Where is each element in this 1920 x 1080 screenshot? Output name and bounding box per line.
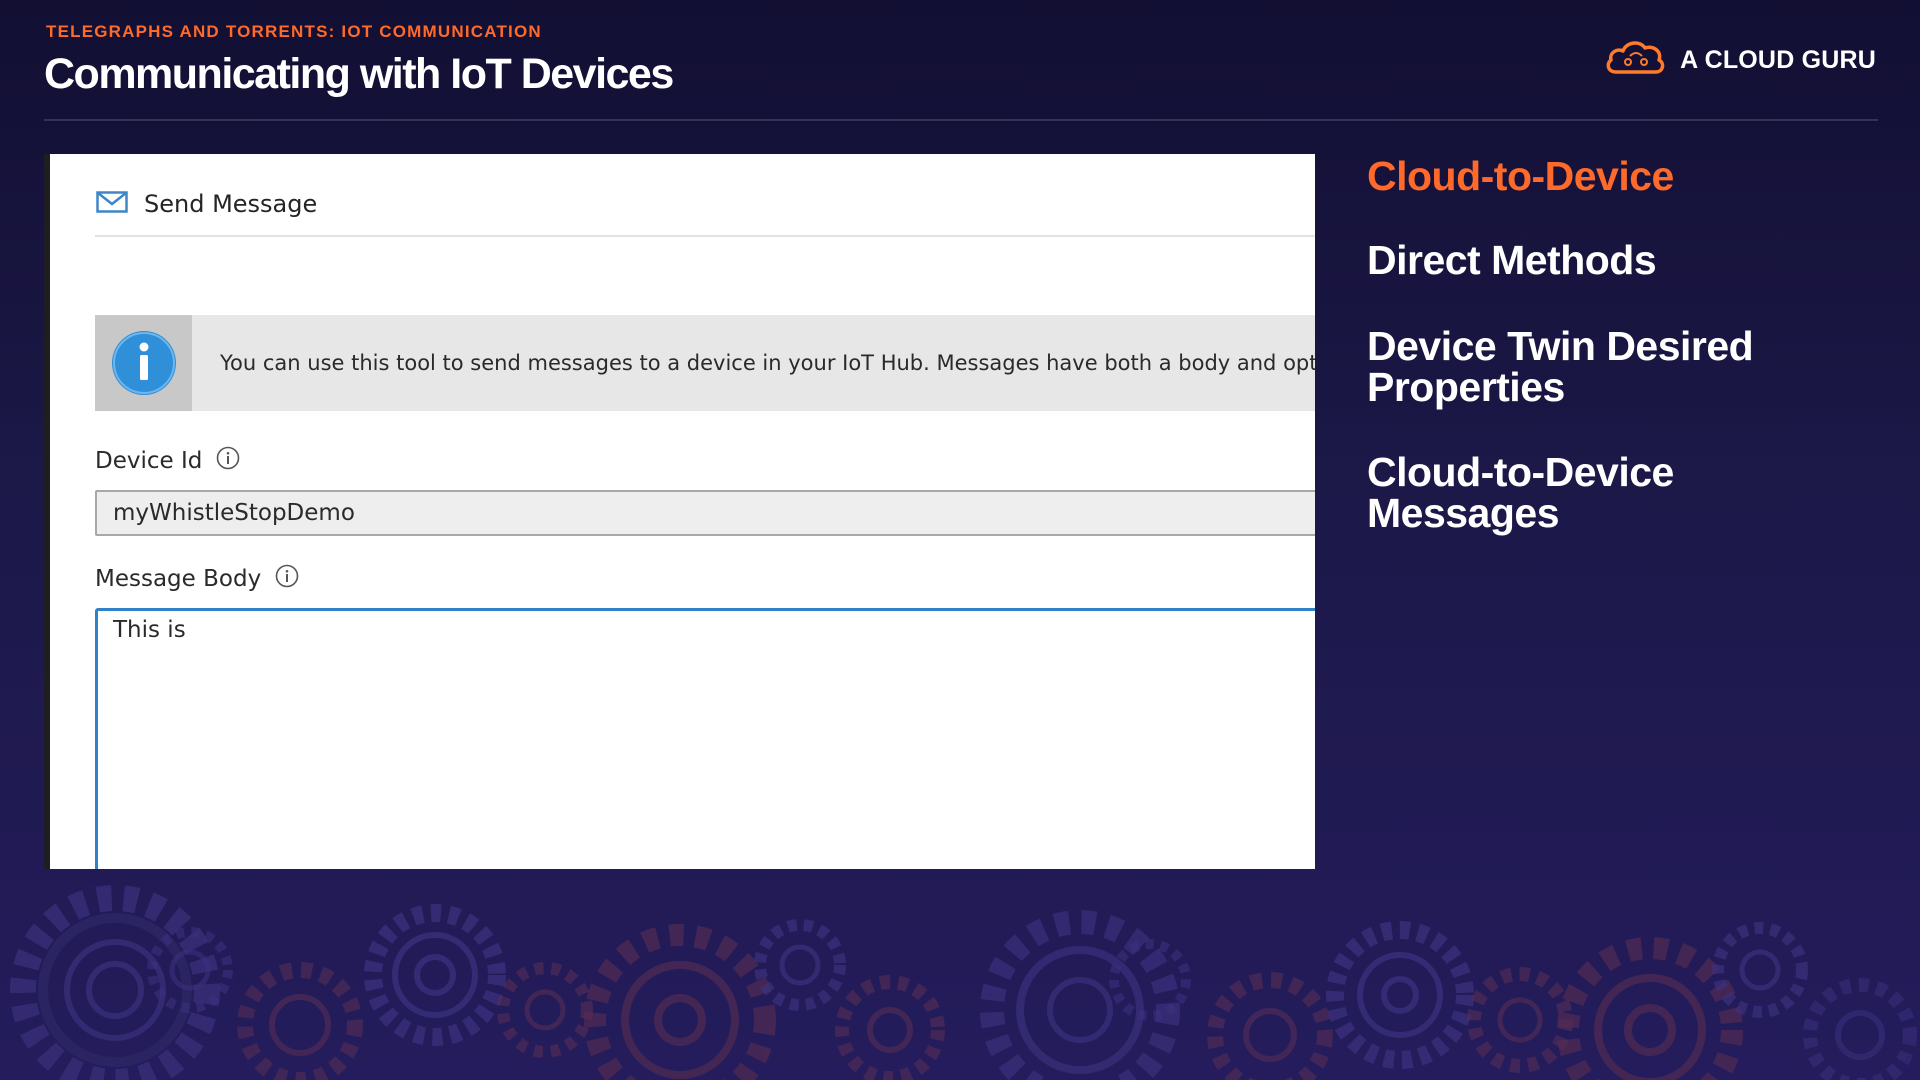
gear-pattern-decoration xyxy=(10,885,1917,1080)
brand-name: A CLOUD GURU xyxy=(1680,46,1876,74)
message-body-label: Message Body xyxy=(95,564,299,594)
send-message-title: Send Message xyxy=(144,190,318,218)
slide-title: Communicating with IoT Devices xyxy=(44,50,674,98)
device-id-label: Device Id xyxy=(95,446,240,476)
message-body-label-text: Message Body xyxy=(95,566,262,592)
topic-cloud-to-device[interactable]: Cloud-to-Device xyxy=(1367,156,1674,197)
send-message-panel: Send Message You can use this tool to se… xyxy=(44,154,1315,869)
info-banner: You can use this tool to send messages t… xyxy=(95,315,1315,411)
device-id-label-text: Device Id xyxy=(95,448,203,474)
course-kicker: TELEGRAPHS AND TORRENTS: IOT COMMUNICATI… xyxy=(46,22,542,41)
topic-device-twin-desired-properties[interactable]: Device Twin Desired Properties xyxy=(1367,326,1827,408)
cloud-icon xyxy=(1604,38,1668,83)
device-id-input[interactable] xyxy=(95,490,1315,536)
header-divider xyxy=(44,119,1878,121)
info-circle-icon[interactable] xyxy=(216,446,240,476)
info-banner-text: You can use this tool to send messages t… xyxy=(220,351,1315,375)
info-icon xyxy=(95,315,192,411)
brand-logo: A CLOUD GURU xyxy=(1604,38,1876,83)
panel-divider xyxy=(95,235,1315,237)
envelope-icon xyxy=(96,191,128,217)
topic-direct-methods[interactable]: Direct Methods xyxy=(1367,240,1657,281)
info-circle-icon[interactable] xyxy=(275,564,299,594)
message-body-input[interactable]: This is xyxy=(95,608,1315,869)
send-message-tab[interactable]: Send Message xyxy=(96,190,317,218)
topic-cloud-to-device-messages[interactable]: Cloud-to-Device Messages xyxy=(1367,452,1827,534)
